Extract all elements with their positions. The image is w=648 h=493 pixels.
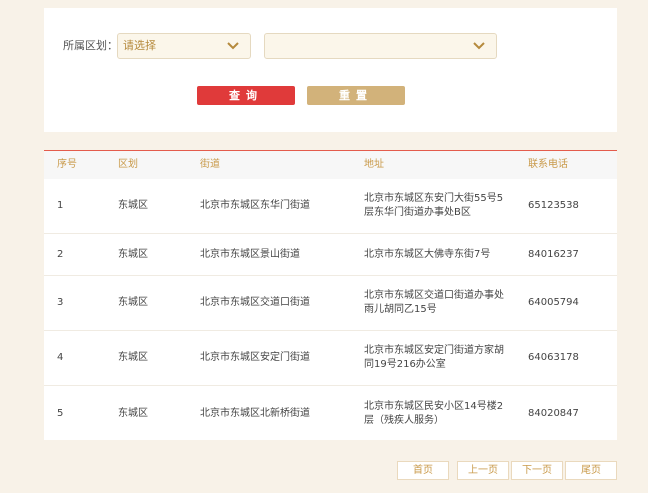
header-district: 区划 xyxy=(118,159,138,170)
row-index: 4 xyxy=(57,352,64,363)
chevron-down-icon xyxy=(473,42,485,50)
row-phone: 65123538 xyxy=(528,200,579,211)
row-street: 北京市东城区北新桥街道 xyxy=(200,407,310,419)
row-district: 东城区 xyxy=(118,200,148,211)
row-index: 5 xyxy=(57,407,64,419)
results-table: 序号 区划 街道 地址 联系电话 1 东城区 北京市东城区东华门街道 北京市东城… xyxy=(44,150,617,440)
district-select-value: 请选择 xyxy=(123,39,156,52)
row-index: 1 xyxy=(57,200,64,211)
row-district: 东城区 xyxy=(118,297,148,308)
pager-prev-button[interactable]: 上一页 xyxy=(457,461,509,480)
row-address: 北京市东城区安定门街道方家胡同19号216办公室 xyxy=(364,345,504,370)
pager-next-button[interactable]: 下一页 xyxy=(511,461,563,480)
header-address: 地址 xyxy=(364,159,384,170)
row-district: 东城区 xyxy=(118,352,148,363)
row-address: 北京市东城区东安门大街55号5层东华门街道办事处B区 xyxy=(364,193,504,218)
row-street: 北京市东城区东华门街道 xyxy=(200,200,310,211)
search-panel: 所属区划： 请选择 查询 重置 xyxy=(44,8,617,132)
pager-first-button[interactable]: 首页 xyxy=(397,461,449,480)
reset-button[interactable]: 重置 xyxy=(307,86,405,105)
table-row: 1 东城区 北京市东城区东华门街道 北京市东城区东安门大街55号5层东华门街道办… xyxy=(44,179,617,234)
street-select[interactable] xyxy=(264,33,497,59)
row-phone: 64063178 xyxy=(528,352,579,363)
table-row: 3 东城区 北京市东城区交道口街道 北京市东城区交道口街道办事处雨儿胡同乙15号… xyxy=(44,276,617,331)
chevron-down-icon xyxy=(227,42,239,50)
table-row: 4 东城区 北京市东城区安定门街道 北京市东城区安定门街道方家胡同19号216办… xyxy=(44,331,617,386)
row-district: 东城区 xyxy=(118,248,148,260)
row-address: 北京市东城区民安小区14号楼2层（残疾人服务） xyxy=(364,400,504,426)
row-address: 北京市东城区交道口街道办事处雨儿胡同乙15号 xyxy=(364,290,504,315)
row-phone: 84020847 xyxy=(528,407,579,419)
row-phone: 64005794 xyxy=(528,297,579,308)
query-button[interactable]: 查询 xyxy=(197,86,295,105)
row-street: 北京市东城区景山街道 xyxy=(200,248,300,260)
district-select[interactable]: 请选择 xyxy=(117,33,251,59)
header-street: 街道 xyxy=(200,159,220,170)
row-street: 北京市东城区安定门街道 xyxy=(200,352,310,363)
row-index: 2 xyxy=(57,248,64,260)
table-row: 5 东城区 北京市东城区北新桥街道 北京市东城区民安小区14号楼2层（残疾人服务… xyxy=(44,386,617,441)
table-header: 序号 区划 街道 地址 联系电话 xyxy=(44,151,617,179)
row-street: 北京市东城区交道口街道 xyxy=(200,297,310,308)
header-phone: 联系电话 xyxy=(528,159,568,170)
row-phone: 84016237 xyxy=(528,248,579,260)
header-index: 序号 xyxy=(57,159,77,170)
pager-last-button[interactable]: 尾页 xyxy=(565,461,617,480)
district-label: 所属区划： xyxy=(63,39,118,52)
row-district: 东城区 xyxy=(118,407,148,419)
row-address: 北京市东城区大佛寺东街7号 xyxy=(364,248,491,260)
row-index: 3 xyxy=(57,297,64,308)
table-row: 2 东城区 北京市东城区景山街道 北京市东城区大佛寺东街7号 84016237 xyxy=(44,234,617,276)
